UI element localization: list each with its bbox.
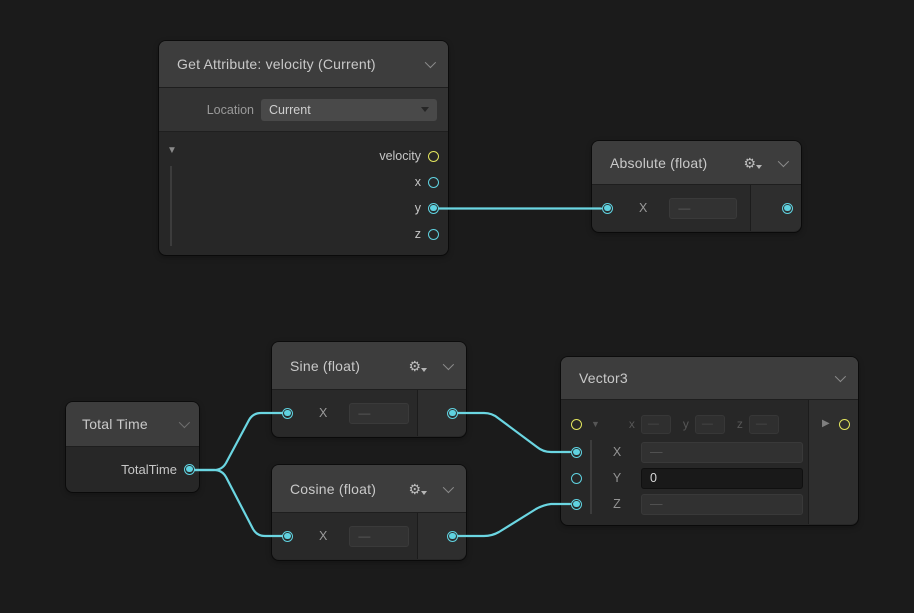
node-title: Total Time — [82, 416, 148, 432]
node-cosine-header[interactable]: Cosine (float) ⚙ — [272, 465, 466, 513]
collapse-chevron-icon[interactable] — [835, 371, 846, 382]
axis-label-y: Y — [610, 471, 624, 485]
node-total-time[interactable]: Total Time TotalTime — [66, 402, 199, 492]
port-sine-out[interactable] — [447, 408, 458, 419]
node-get-attribute[interactable]: Get Attribute: velocity (Current) Locati… — [159, 41, 448, 255]
node-title: Sine (float) — [290, 358, 360, 374]
axis-label-z: Z — [610, 497, 624, 511]
port-absolute-x[interactable] — [602, 203, 613, 214]
vector3-output-column: ▶ — [808, 400, 858, 524]
edge-totaltime-to-sine-x[interactable] — [195, 413, 282, 470]
port-y[interactable] — [428, 203, 439, 214]
edge-sine-to-vector3-x[interactable] — [458, 413, 570, 452]
node-vector3-body: ▶ ▼ x — y — z — X — — [561, 400, 858, 524]
output-row-z: z — [159, 221, 439, 247]
node-vector3-header[interactable]: Vector3 — [561, 357, 858, 400]
node-title: Absolute (float) — [610, 155, 707, 171]
inline-z-label: z — [737, 417, 743, 431]
vector3-x-field[interactable]: — — [641, 442, 803, 463]
settings-gear-icon[interactable]: ⚙ — [408, 482, 421, 496]
location-dropdown[interactable]: Current — [261, 99, 437, 121]
port-vector3-z[interactable] — [571, 499, 582, 510]
collapse-chevron-icon[interactable] — [179, 417, 190, 428]
node-title: Cosine (float) — [290, 481, 376, 497]
collapse-chevron-icon[interactable] — [778, 155, 789, 166]
vector3-inline-row: ▼ x — y — z — — [571, 412, 803, 436]
node-get-attribute-header[interactable]: Get Attribute: velocity (Current) — [159, 41, 448, 88]
foldout-triangle-icon[interactable]: ▼ — [591, 420, 600, 429]
cosine-x-field[interactable]: — — [349, 526, 409, 547]
port-label: y — [415, 201, 421, 215]
input-label: X — [319, 406, 327, 420]
inline-x-field[interactable]: — — [641, 415, 671, 434]
vector3-row-x: X — — [571, 440, 803, 464]
inline-y-field[interactable]: — — [695, 415, 725, 434]
sine-x-field[interactable]: — — [349, 403, 409, 424]
location-dropdown-value: Current — [269, 103, 311, 117]
collapse-chevron-icon[interactable] — [443, 481, 454, 492]
node-cosine[interactable]: Cosine (float) ⚙ X — — [272, 465, 466, 560]
settings-row: Location Current — [159, 88, 448, 132]
input-label: X — [639, 201, 647, 215]
port-z[interactable] — [428, 229, 439, 240]
settings-gear-icon[interactable]: ⚙ — [408, 359, 421, 373]
port-vector3-y[interactable] — [571, 473, 582, 484]
port-absolute-out[interactable] — [782, 203, 793, 214]
node-total-time-header[interactable]: Total Time — [66, 402, 199, 447]
port-sine-x[interactable] — [282, 408, 293, 419]
port-label: z — [415, 227, 421, 241]
input-label: X — [319, 529, 327, 543]
node-title: Vector3 — [579, 370, 628, 386]
vector3-z-field[interactable]: — — [641, 494, 803, 515]
foldout-line — [170, 166, 172, 246]
port-vector3-x[interactable] — [571, 447, 582, 458]
node-total-time-body: TotalTime — [66, 447, 199, 491]
collapse-chevron-icon[interactable] — [425, 57, 436, 68]
vector3-y-field[interactable]: 0 — [641, 468, 803, 489]
vector3-inline-fields: x — y — z — — [629, 415, 791, 434]
port-label: velocity — [379, 149, 421, 163]
expand-output-triangle-icon[interactable]: ▶ — [822, 419, 830, 429]
get-attribute-body: ▼ velocity x y z — [159, 132, 448, 247]
absolute-x-field[interactable]: — — [669, 198, 737, 219]
port-totaltime-out[interactable] — [184, 464, 195, 475]
node-absolute[interactable]: Absolute (float) ⚙ X — — [592, 141, 801, 232]
output-row-velocity: velocity — [159, 143, 439, 169]
settings-gear-icon[interactable]: ⚙ — [743, 156, 756, 170]
location-label: Location — [196, 103, 254, 117]
node-title: Get Attribute: velocity (Current) — [177, 56, 376, 72]
node-vector3[interactable]: Vector3 ▶ ▼ x — y — z — — [561, 357, 858, 525]
port-vector3-in[interactable] — [571, 419, 582, 430]
port-velocity[interactable] — [428, 151, 439, 162]
edge-cosine-to-vector3-z[interactable] — [458, 504, 570, 536]
dropdown-arrow-icon — [421, 107, 429, 112]
node-absolute-body: X — — [592, 185, 801, 231]
vector3-row-z: Z — — [571, 492, 803, 516]
node-sine[interactable]: Sine (float) ⚙ X — — [272, 342, 466, 437]
graph-canvas[interactable]: Get Attribute: velocity (Current) Locati… — [0, 0, 914, 613]
port-cosine-out[interactable] — [447, 531, 458, 542]
node-sine-body: X — — [272, 390, 466, 436]
node-absolute-header[interactable]: Absolute (float) ⚙ — [592, 141, 801, 185]
port-cosine-x[interactable] — [282, 531, 293, 542]
inline-y-label: y — [683, 417, 689, 431]
node-cosine-body: X — — [272, 513, 466, 559]
collapse-chevron-icon[interactable] — [443, 358, 454, 369]
port-vector3-out[interactable] — [839, 419, 850, 430]
inline-x-label: x — [629, 417, 635, 431]
vector3-row-y: Y 0 — [571, 466, 803, 490]
foldout-triangle-icon[interactable]: ▼ — [167, 146, 177, 156]
port-label: x — [415, 175, 421, 189]
node-sine-header[interactable]: Sine (float) ⚙ — [272, 342, 466, 390]
port-label: TotalTime — [121, 462, 177, 477]
edge-totaltime-to-cosine-x[interactable] — [195, 470, 282, 536]
output-row-x: x — [159, 169, 439, 195]
port-x[interactable] — [428, 177, 439, 188]
inline-z-field[interactable]: — — [749, 415, 779, 434]
output-row-y: y — [159, 195, 439, 221]
axis-label-x: X — [610, 445, 624, 459]
